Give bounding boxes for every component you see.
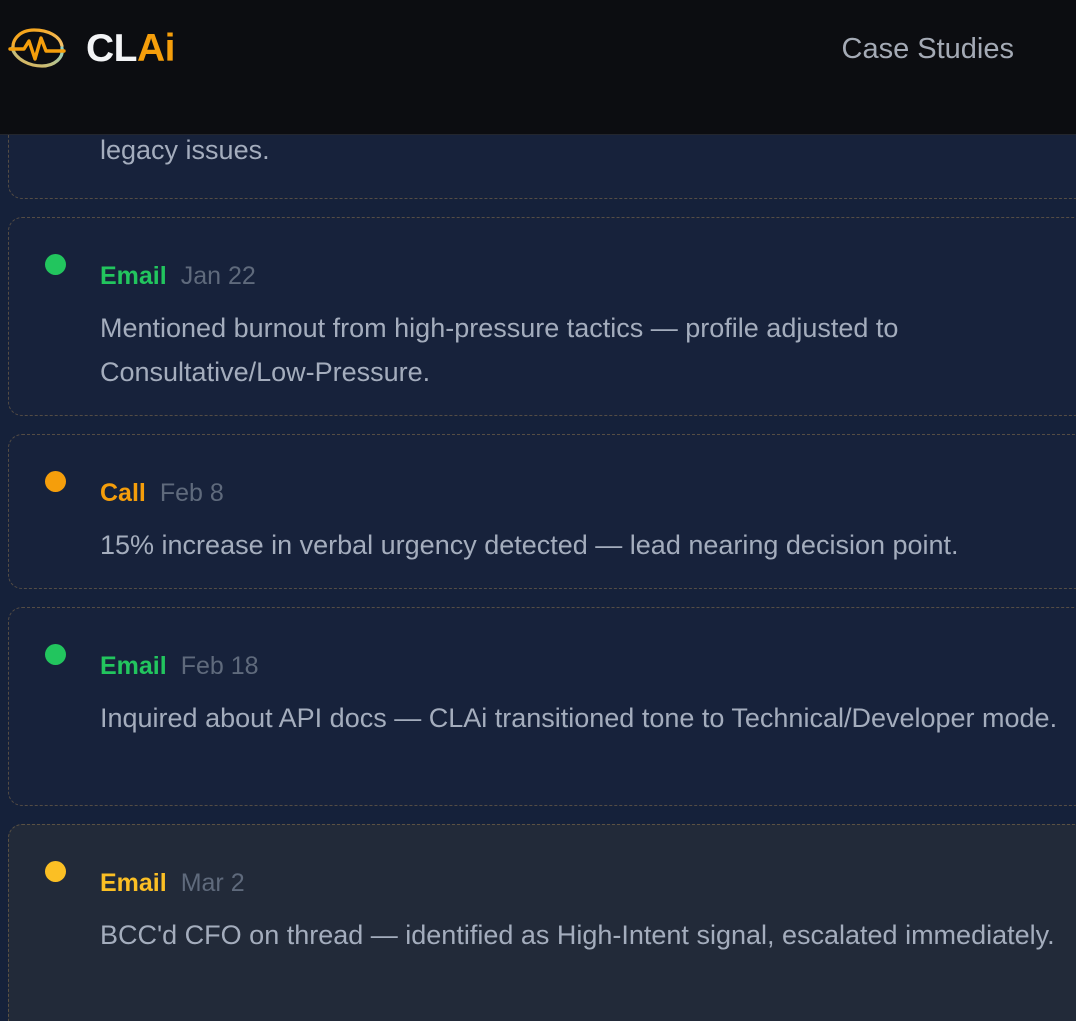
- timeline-card-meta: Call Feb 8: [100, 477, 224, 509]
- timeline-card-text: Inquired about API docs — CLAi transitio…: [100, 703, 1058, 733]
- timeline-card-meta: Email Mar 2: [100, 867, 245, 899]
- timeline-card-date: Feb 8: [159, 479, 224, 507]
- timeline-card-type: Email: [100, 652, 167, 680]
- email-status-dot: [45, 861, 66, 882]
- page: legacy issues. Email Jan 22 Mentioned bur…: [0, 0, 1076, 1021]
- timeline-card-type: Email: [100, 262, 167, 290]
- email-status-dot: [45, 644, 66, 665]
- timeline-card-date: Feb 18: [180, 652, 259, 680]
- timeline-card-text: legacy issues.: [100, 135, 270, 165]
- timeline-card-type: Call: [100, 479, 146, 507]
- brain-wave-logo-icon[interactable]: [6, 24, 68, 72]
- timeline-card-type: Email: [100, 869, 167, 897]
- timeline-card-text: Mentioned burnout from high-pressure tac…: [100, 313, 899, 387]
- brand-suffix: Ai: [137, 27, 176, 70]
- call-status-dot: [45, 471, 66, 492]
- nav-case-studies-link[interactable]: Case Studies: [842, 31, 1015, 67]
- timeline-card: Email Feb 18 Inquired about API docs — CL…: [8, 607, 1076, 806]
- brand-prefix: CL: [86, 27, 138, 70]
- timeline-card: Email Jan 22 Mentioned burnout from high-…: [8, 217, 1076, 416]
- timeline-card-highlighted: Email Mar 2 BCC'd CFO on thread — identif…: [8, 824, 1076, 1021]
- timeline-card-date: Jan 22: [180, 262, 256, 290]
- timeline-card-date: Mar 2: [180, 869, 245, 897]
- top-nav-bar: CLAi Case Studies: [0, 0, 1076, 135]
- timeline-card-meta: Email Jan 22: [100, 260, 256, 292]
- brand-name[interactable]: CLAi: [86, 26, 176, 72]
- email-status-dot: [45, 254, 66, 275]
- timeline-card-text: BCC'd CFO on thread — identified as High…: [100, 920, 1055, 950]
- timeline-card: Call Feb 8 15% increase in verbal urgency…: [8, 434, 1076, 589]
- timeline-card-text: 15% increase in verbal urgency detected …: [100, 530, 959, 560]
- timeline-card-meta: Email Feb 18: [100, 650, 259, 682]
